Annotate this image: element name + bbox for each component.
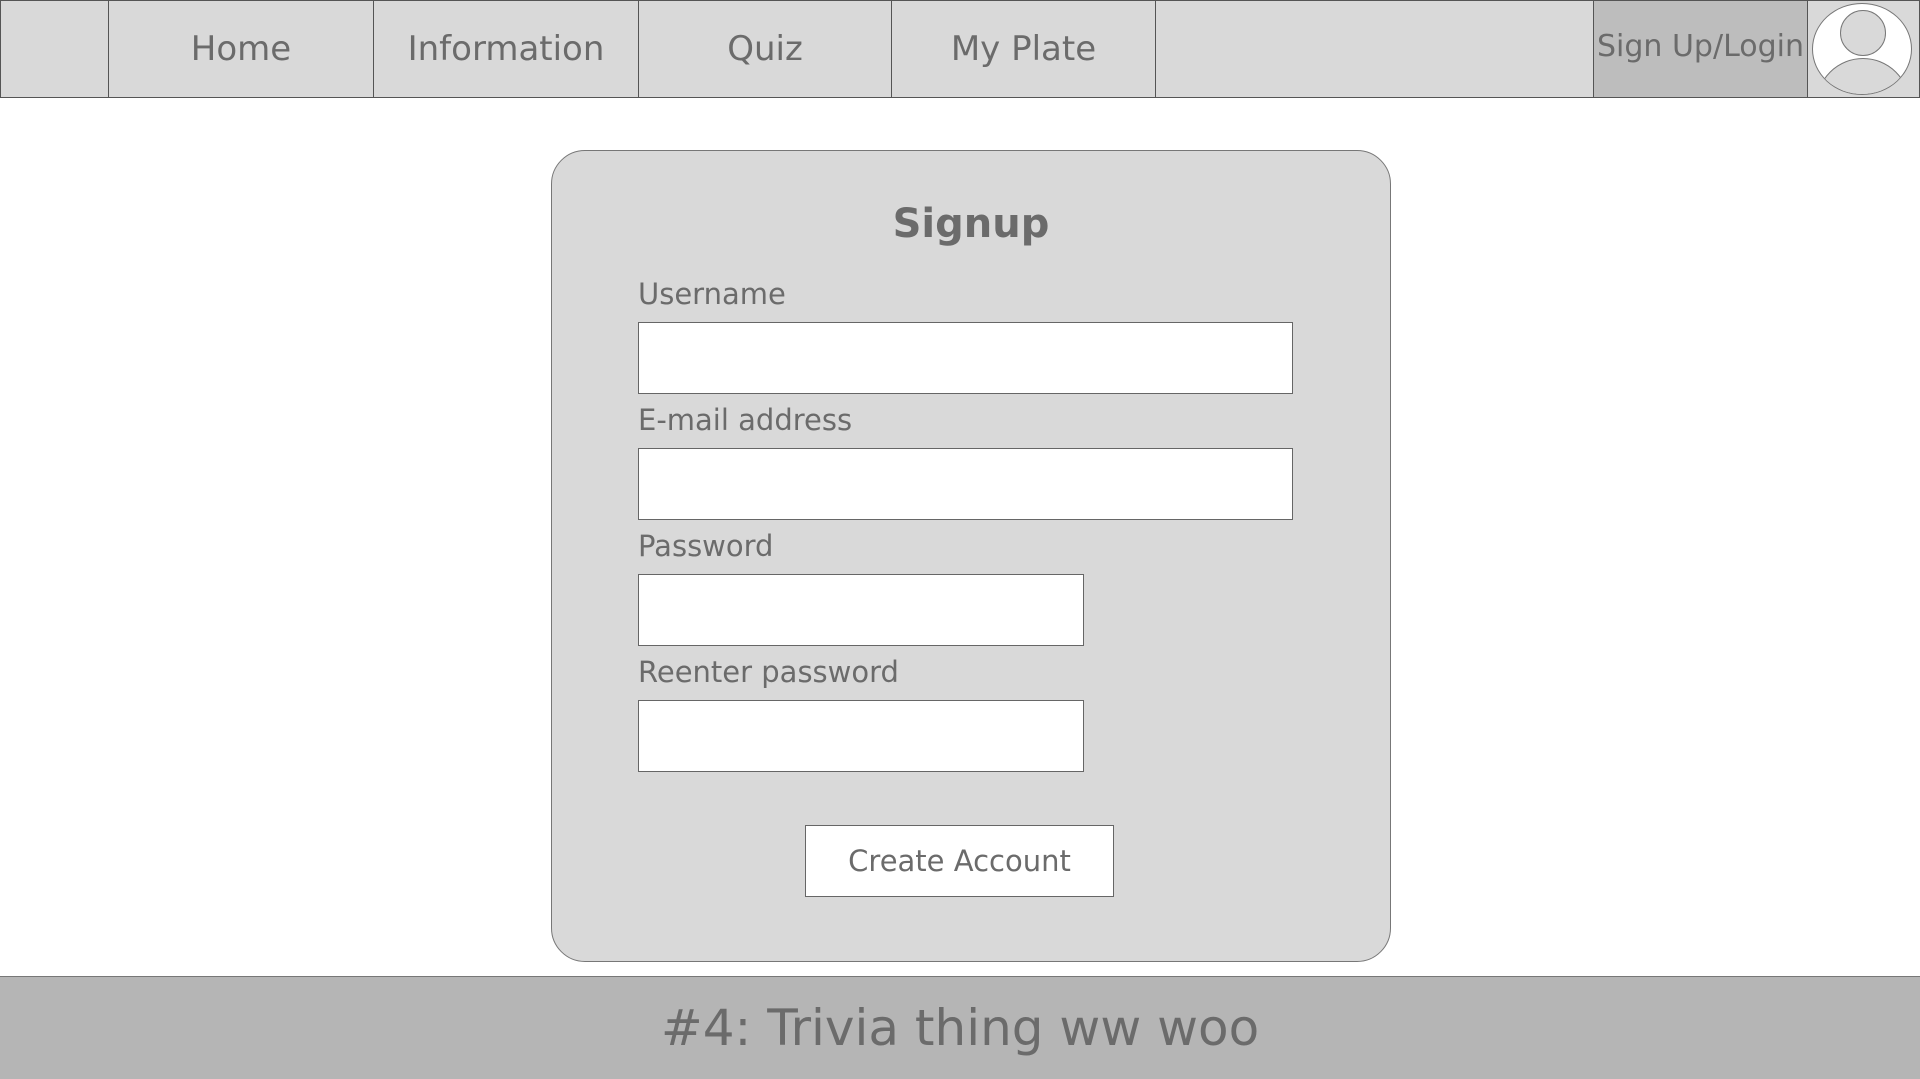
- footer-banner: #4: Trivia thing ww woo: [0, 976, 1920, 1079]
- password-label: Password: [638, 529, 774, 563]
- avatar-head: [1840, 10, 1886, 56]
- username-input[interactable]: [638, 322, 1293, 394]
- avatar[interactable]: [1808, 1, 1919, 97]
- email-input[interactable]: [638, 448, 1293, 520]
- top-nav: Home Information Quiz My Plate Sign Up/L…: [0, 0, 1920, 98]
- nav-item-home[interactable]: Home: [109, 1, 374, 97]
- password-input[interactable]: [638, 574, 1084, 646]
- footer-text: #4: Trivia thing ww woo: [660, 999, 1260, 1057]
- reenter-password-input[interactable]: [638, 700, 1084, 772]
- create-account-button[interactable]: Create Account: [805, 825, 1114, 897]
- nav-blank-cell: [1, 1, 109, 97]
- username-label: Username: [638, 277, 786, 311]
- nav-item-my-plate[interactable]: My Plate: [892, 1, 1156, 97]
- email-label: E-mail address: [638, 403, 853, 437]
- signup-title: Signup: [892, 201, 1050, 247]
- reenter-password-label: Reenter password: [638, 655, 899, 689]
- signup-card: Signup Username E-mail address Password …: [551, 150, 1391, 962]
- user-avatar-icon: [1812, 3, 1912, 95]
- avatar-body: [1816, 58, 1910, 94]
- nav-item-information[interactable]: Information: [374, 1, 639, 97]
- nav-item-quiz[interactable]: Quiz: [639, 1, 892, 97]
- signup-login-button[interactable]: Sign Up/Login: [1594, 1, 1808, 97]
- nav-spacer: [1156, 1, 1594, 97]
